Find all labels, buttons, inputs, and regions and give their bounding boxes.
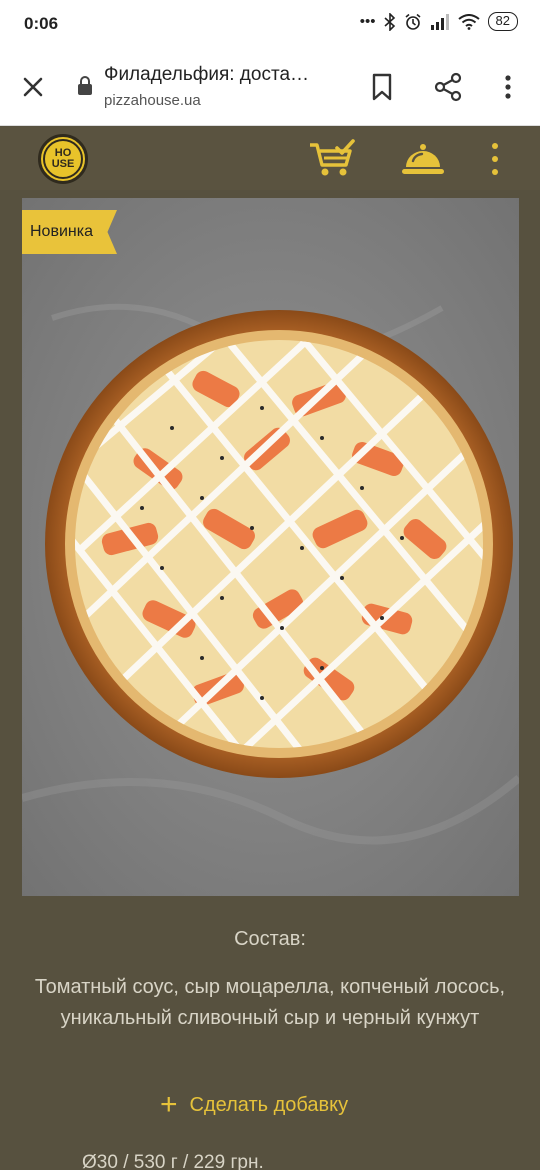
dots-icon: ••• bbox=[359, 13, 376, 30]
bookmark-icon[interactable] bbox=[368, 72, 396, 102]
page-title: Филадельфия: доста… bbox=[104, 64, 310, 85]
close-icon[interactable] bbox=[18, 72, 48, 102]
battery-indicator: 82 bbox=[487, 12, 518, 31]
new-badge: Новинка bbox=[22, 210, 117, 254]
size-weight-price: Ø30 / 530 г / 229 грн. bbox=[82, 1152, 264, 1170]
signal-icon bbox=[430, 13, 450, 30]
bluetooth-icon bbox=[383, 12, 396, 31]
browser-toolbar: Филадельфия: доста… pizzahouse.ua bbox=[0, 50, 540, 126]
product-image: Новинка bbox=[22, 198, 519, 896]
composition-text: Томатный соус, сыр моцарелла, копченый л… bbox=[34, 976, 506, 1029]
status-time: 0:06 bbox=[24, 14, 59, 33]
status-icons: ••• 82 bbox=[360, 12, 518, 31]
cart-icon[interactable] bbox=[308, 139, 356, 179]
logo-mark: HO USE bbox=[43, 139, 83, 179]
composition-title: Состав: bbox=[234, 928, 306, 950]
wifi-icon bbox=[457, 13, 480, 30]
plus-icon: + bbox=[160, 1088, 178, 1121]
page-url[interactable]: pizzahouse.ua bbox=[104, 92, 201, 109]
pizza-illustration bbox=[22, 198, 519, 896]
lock-icon bbox=[78, 76, 92, 95]
share-icon[interactable] bbox=[432, 72, 464, 102]
status-bar: 0:06 ••• 82 bbox=[0, 0, 540, 50]
cloche-icon[interactable] bbox=[400, 141, 446, 177]
overflow-menu-icon[interactable] bbox=[497, 72, 519, 102]
menu-icon[interactable] bbox=[486, 141, 504, 177]
logo-text-bottom: USE bbox=[51, 158, 75, 170]
add-extra-label: Сделать добавку bbox=[189, 1093, 349, 1116]
add-extra-button[interactable]: + Сделать добавку bbox=[160, 1090, 348, 1120]
logo[interactable]: HO USE bbox=[38, 134, 88, 184]
alarm-icon bbox=[404, 13, 422, 31]
site-header: HO USE bbox=[0, 127, 540, 190]
